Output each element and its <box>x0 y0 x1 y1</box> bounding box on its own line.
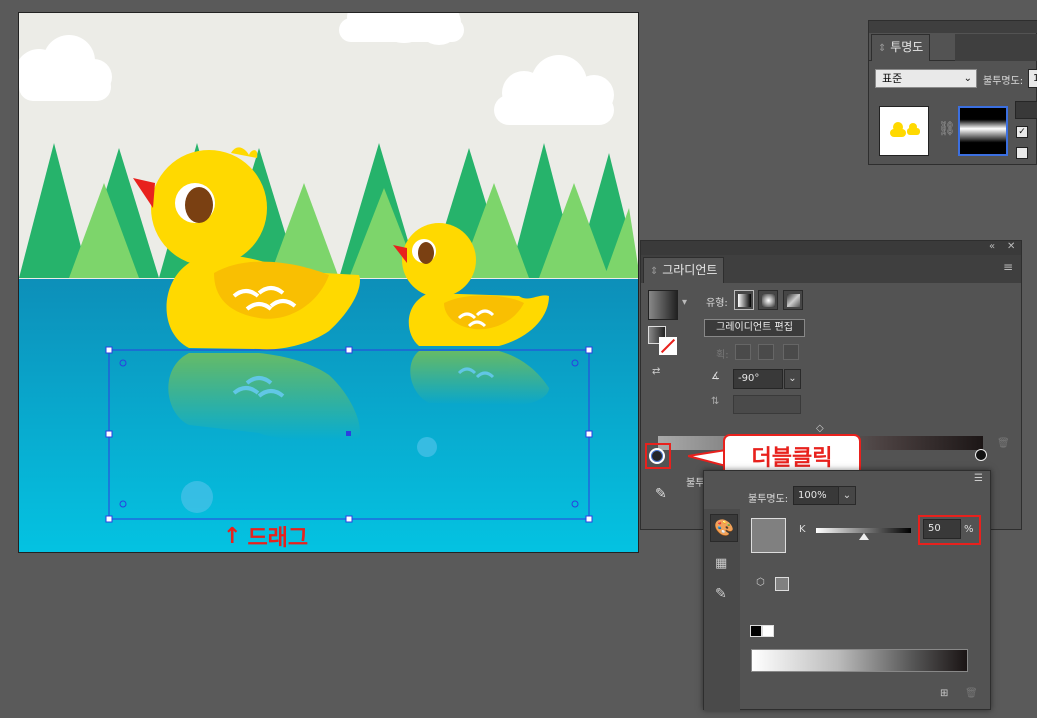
gradient-preview-swatch[interactable] <box>648 290 678 320</box>
tab-gradient[interactable]: ⇕ 그라디언트 <box>643 257 725 283</box>
radial-gradient-button[interactable] <box>758 290 778 310</box>
stroke-across-button[interactable] <box>783 344 799 360</box>
reverse-gradient-icon[interactable]: ⇄ <box>652 366 660 377</box>
out-of-gamut-cube-icon[interactable]: ⬡ <box>756 577 765 588</box>
delete-swatch-icon[interactable]: 🗑 <box>965 688 978 699</box>
angle-icon: ∡ <box>711 371 720 382</box>
freeform-gradient-icon <box>786 293 800 307</box>
black-swatch[interactable] <box>750 625 762 637</box>
artwork <box>19 13 638 552</box>
tab-gradient-label: 그라디언트 <box>662 263 718 277</box>
cloud <box>339 13 464 45</box>
chevron-down-icon: ⌄ <box>963 73 972 84</box>
invert-mask-checkbox[interactable] <box>1016 147 1028 159</box>
collapse-icon[interactable]: « <box>989 241 995 252</box>
aspect-ratio-icon: ⇅ <box>711 396 720 407</box>
swatch-dropdown-icon[interactable]: ▾ <box>682 297 687 308</box>
popup-opacity-label: 불투명도: <box>748 494 789 505</box>
gradient-stop-start[interactable] <box>649 448 665 464</box>
panel-menu-icon[interactable]: ≡ <box>1003 260 1013 274</box>
swatches-icon[interactable]: ▦ <box>715 556 727 571</box>
drag-label: 드래그 <box>247 526 309 551</box>
popup-menu-icon[interactable]: ☰ <box>974 473 983 484</box>
stroke-swatch[interactable] <box>659 337 677 355</box>
color-palette-icon[interactable]: 🎨 <box>710 514 738 542</box>
stroke-along-button[interactable] <box>758 344 774 360</box>
white-swatch[interactable] <box>762 625 774 637</box>
expand-icon: ⇕ <box>878 43 887 54</box>
none-slash-icon <box>660 338 676 354</box>
k-value-input[interactable]: 50 <box>923 519 961 539</box>
delete-stop-icon[interactable]: 🗑 <box>997 438 1010 449</box>
freeform-gradient-button[interactable] <box>783 290 803 310</box>
eyedropper-icon[interactable]: ✎ <box>655 486 667 502</box>
panel-titlebar: « ✕ <box>641 241 1021 255</box>
artboard-canvas[interactable] <box>18 12 639 553</box>
fill-stroke-indicator[interactable] <box>648 326 678 356</box>
color-spectrum-bar[interactable] <box>751 649 968 672</box>
opacity-chevron-down-icon[interactable]: ⌄ <box>838 486 856 505</box>
mask-button[interactable] <box>1015 101 1037 119</box>
linear-gradient-icon <box>737 293 751 307</box>
midpoint-diamond-icon[interactable]: ◇ <box>816 423 824 434</box>
tab-empty-area <box>955 34 1037 61</box>
tab-transparency[interactable]: ⇕ 투명도 <box>871 34 931 61</box>
blend-mode-value: 표준 <box>882 72 903 85</box>
transparency-panel: ⇕ 투명도 표준 ⌄ 불투명도: 1 ⛓ ✓ <box>868 20 1037 165</box>
popup-opacity-input[interactable]: 100% <box>793 486 839 505</box>
gradient-tabbar: ⇕ 그라디언트 ≡ <box>641 255 1021 283</box>
radial-gradient-icon <box>761 293 775 307</box>
gradient-stop-end[interactable] <box>975 449 987 461</box>
eyedropper-icon[interactable]: ✎ <box>715 586 727 602</box>
opacity-input[interactable]: 1 <box>1028 69 1037 88</box>
angle-input[interactable]: -90° <box>733 369 783 389</box>
tab-transparency-label: 투명도 <box>890 40 924 54</box>
angle-dropdown-chevron-icon[interactable]: ⌄ <box>784 369 801 389</box>
panel-header-strip <box>869 21 1037 33</box>
clip-checkbox[interactable]: ✓ <box>1016 126 1028 138</box>
stroke-gradient-label: 획: <box>716 350 729 361</box>
k-slider-thumb[interactable] <box>858 533 869 540</box>
drag-annotation: ↑ 드래그 <box>223 520 308 552</box>
object-thumbnail[interactable] <box>879 106 929 156</box>
transparency-tabbar: ⇕ 투명도 <box>869 21 1037 61</box>
close-icon[interactable]: ✕ <box>1007 241 1015 252</box>
color-popup: ☰ 불투명도: 100% ⌄ 🎨 ▦ ✎ K 50 % ⬡ ⊞ 🗑 <box>703 470 991 711</box>
callout-pointer <box>688 448 727 468</box>
link-icon[interactable]: ⛓ <box>938 121 956 137</box>
expand-icon: ⇕ <box>650 266 659 277</box>
web-safe-swatch[interactable] <box>775 577 789 591</box>
gradient-opacity-label: 불투 <box>686 478 705 489</box>
duck-thumbnail-icon <box>890 122 920 137</box>
current-color-swatch[interactable] <box>751 518 786 553</box>
linear-gradient-button[interactable] <box>734 290 754 310</box>
k-channel-label: K <box>799 524 806 535</box>
percent-sign: % <box>964 524 974 535</box>
stroke-within-button[interactable] <box>735 344 751 360</box>
mask-thumbnail[interactable] <box>958 106 1008 156</box>
drag-arrow-icon: ↑ <box>223 523 242 549</box>
add-swatch-icon[interactable]: ⊞ <box>940 688 948 699</box>
edit-gradient-button[interactable]: 그레이디언트 편집 <box>704 319 805 337</box>
type-label: 유형: <box>706 298 728 309</box>
opacity-label: 불투명도: <box>983 76 1024 87</box>
blend-mode-dropdown[interactable]: 표준 ⌄ <box>875 69 977 88</box>
aspect-ratio-input <box>733 395 801 414</box>
